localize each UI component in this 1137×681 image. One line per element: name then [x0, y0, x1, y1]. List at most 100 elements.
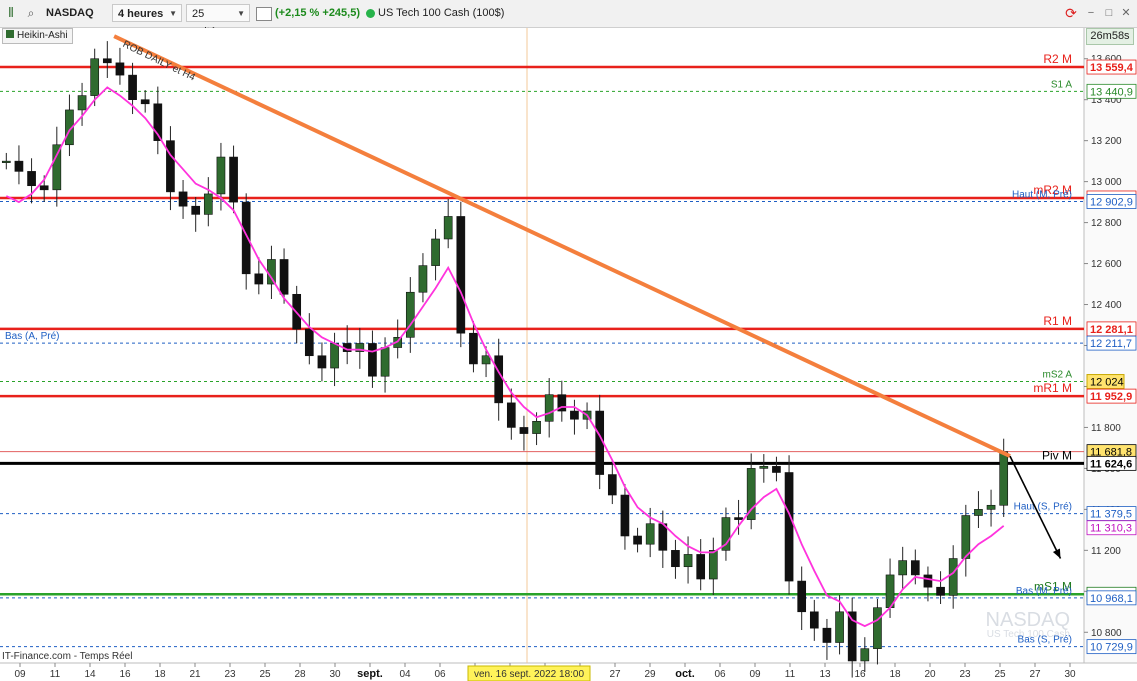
candle: [607, 474, 617, 496]
candle: [77, 95, 87, 111]
candle: [532, 420, 541, 434]
x-tick-label: 18: [154, 669, 166, 680]
price-tag: 11 624,6: [1090, 458, 1132, 470]
candle: [229, 156, 238, 203]
y-tick-label: 12 400: [1091, 300, 1122, 311]
candle: [191, 205, 201, 215]
candle: [506, 402, 516, 428]
candle: [203, 193, 213, 215]
level-label: mR1 M: [1033, 381, 1072, 395]
candle: [279, 259, 289, 295]
x-tick-label: 13: [819, 669, 831, 680]
candle: [27, 171, 36, 187]
candle: [140, 99, 150, 105]
candle: [456, 216, 466, 334]
price-tag: 13 440,9: [1090, 86, 1133, 98]
level-label: mS2 A: [1043, 370, 1073, 381]
y-tick-label: 12 600: [1091, 259, 1122, 270]
level-label: Haut (S, Pré): [1014, 502, 1072, 513]
candle: [999, 451, 1009, 506]
x-tick-label: 21: [189, 669, 201, 680]
x-tick-label: 16: [854, 669, 866, 680]
candle: [317, 355, 327, 369]
candle: [469, 332, 478, 365]
level-label: S1 A: [1051, 79, 1072, 90]
y-tick-label: 11 200: [1091, 546, 1121, 557]
candle: [39, 185, 49, 191]
candle: [166, 140, 175, 193]
level-label: Piv M: [1042, 448, 1072, 462]
x-tick-label: 11: [50, 669, 61, 680]
price-tag: 12 902,9: [1090, 197, 1133, 209]
candle: [633, 535, 642, 545]
candle: [368, 343, 377, 377]
x-tick-label: 23: [224, 669, 236, 680]
x-tick-label: 29: [644, 669, 656, 680]
x-tick-label: 28: [294, 669, 306, 680]
y-tick-label: 11 800: [1091, 423, 1121, 434]
price-tag: 11 310,3: [1090, 523, 1132, 535]
candle: [696, 554, 706, 580]
y-tick-label: 12 800: [1091, 218, 1122, 229]
candle: [304, 328, 314, 357]
candle: [809, 611, 819, 629]
footer-source: IT-Finance.com - Temps Réel: [2, 651, 133, 662]
candle: [898, 560, 908, 576]
candle: [254, 273, 264, 285]
x-tick-label: 27: [609, 669, 621, 680]
level-label: R2 M: [1043, 52, 1072, 66]
price-tag: 11 952,9: [1090, 391, 1132, 403]
x-tick-label: 20: [924, 669, 936, 680]
watermark-title: NASDAQ: [986, 609, 1070, 631]
price-tag: 10 968,1: [1090, 593, 1133, 605]
candle: [380, 347, 390, 377]
price-tag: 13 559,4: [1090, 62, 1134, 74]
candle: [494, 355, 504, 404]
price-tag: 11 379,5: [1090, 509, 1132, 521]
candle: [418, 265, 428, 293]
level-label: Bas (M, Pré): [1016, 586, 1072, 597]
candle: [835, 611, 844, 643]
x-tick-label: 27: [1029, 669, 1041, 680]
candle: [772, 466, 781, 473]
x-tick-label: 11: [785, 669, 796, 680]
level-label: R1 M: [1043, 314, 1072, 328]
candle: [481, 355, 491, 365]
candle: [910, 560, 920, 576]
x-tick-label: 06: [434, 669, 446, 680]
candle: [873, 607, 882, 649]
price-tag: 10 729,9: [1090, 642, 1133, 654]
plot-area: [0, 28, 1084, 663]
candle: [443, 216, 453, 240]
candle: [519, 427, 529, 434]
candle: [645, 523, 655, 545]
x-tick-label: sept.: [357, 668, 383, 680]
candle: [14, 160, 24, 172]
candle: [405, 291, 415, 338]
candle: [544, 394, 554, 422]
candle: [216, 156, 226, 195]
candle: [115, 62, 125, 76]
candle: [784, 472, 794, 582]
candle: [797, 580, 807, 613]
candle: [708, 550, 718, 580]
price-tag: 12 211,7: [1090, 338, 1132, 350]
x-tick-label: oct.: [675, 668, 695, 680]
candle: [860, 648, 870, 662]
x-tick-label: 09: [14, 669, 26, 680]
candle: [671, 550, 680, 568]
candle: [961, 515, 971, 559]
candle: [759, 466, 769, 469]
price-tag: 12 281,1: [1090, 324, 1133, 336]
x-tick-label: 25: [259, 669, 271, 680]
crosshair-date-box: ven. 16 sept. 2022 18:00: [467, 665, 591, 681]
candle: [948, 558, 958, 596]
candle: [102, 58, 112, 64]
chart-type-text: Heikin-Ashi: [17, 30, 68, 41]
x-tick-label: 18: [889, 669, 901, 680]
x-tick-label: 14: [84, 669, 96, 680]
price-chart[interactable]: NASDAQ US Tech 100 Cash 10 80011 00011 2…: [0, 0, 1137, 681]
candle: [90, 58, 100, 96]
heikin-ashi-icon: [6, 30, 14, 38]
chart-type-label[interactable]: Heikin-Ashi: [2, 28, 73, 44]
